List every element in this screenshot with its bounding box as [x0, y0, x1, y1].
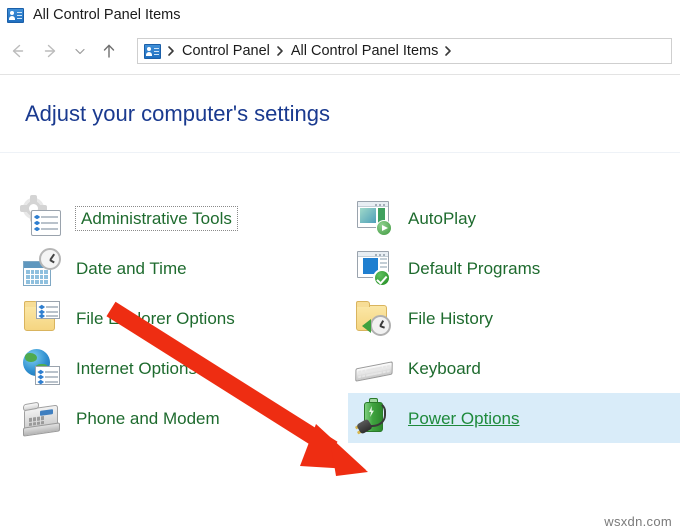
breadcrumb-separator — [165, 45, 178, 57]
power-options-icon — [354, 397, 396, 439]
keyboard-icon — [354, 347, 396, 389]
items-column-left: Administrative Tools Date and Time File … — [16, 193, 348, 443]
item-label: Administrative Tools — [75, 205, 238, 231]
title-bar: All Control Panel Items — [0, 0, 680, 30]
breadcrumb-separator-trailing[interactable] — [442, 45, 455, 57]
control-panel-window: All Control Panel Items Control Panel Al… — [0, 0, 680, 531]
control-panel-item-autoplay[interactable]: AutoPlay — [348, 193, 680, 243]
content-area: Adjust your computer's settings Administ… — [0, 75, 680, 531]
item-label: Date and Time — [76, 258, 187, 278]
item-label: AutoPlay — [408, 208, 477, 228]
up-button[interactable] — [92, 34, 126, 68]
internet-options-icon — [22, 347, 64, 389]
autoplay-icon — [354, 197, 396, 239]
chevron-down-icon[interactable] — [68, 34, 92, 68]
item-label: File History — [408, 308, 494, 328]
breadcrumb-control-panel-icon — [144, 43, 161, 59]
item-label: Keyboard — [408, 358, 481, 378]
items-column-right: AutoPlay Default Programs File History K… — [348, 193, 680, 443]
back-button[interactable] — [0, 34, 34, 68]
control-panel-item-file-explorer-options[interactable]: File Explorer Options — [16, 293, 348, 343]
control-panel-item-administrative-tools[interactable]: Administrative Tools — [16, 193, 348, 243]
phone-and-modem-icon — [22, 397, 64, 439]
address-bar[interactable]: Control Panel All Control Panel Items — [137, 38, 672, 64]
default-programs-icon — [354, 247, 396, 289]
date-and-time-icon — [22, 247, 64, 289]
breadcrumb-separator — [274, 45, 287, 57]
file-explorer-options-icon — [22, 297, 64, 339]
page-title: Adjust your computer's settings — [25, 101, 331, 126]
control-panel-item-date-and-time[interactable]: Date and Time — [16, 243, 348, 293]
item-label: Phone and Modem — [76, 408, 220, 428]
item-label: File Explorer Options — [76, 308, 235, 328]
control-panel-item-file-history[interactable]: File History — [348, 293, 680, 343]
item-label: Power Options — [408, 408, 520, 428]
breadcrumb-item-control-panel[interactable]: Control Panel — [178, 44, 274, 59]
watermark: wsxdn.com — [604, 514, 672, 529]
control-panel-item-phone-and-modem[interactable]: Phone and Modem — [16, 393, 348, 443]
forward-button[interactable] — [34, 34, 68, 68]
window-title: All Control Panel Items — [33, 6, 181, 23]
item-label: Default Programs — [408, 258, 541, 278]
heading-divider — [0, 152, 680, 153]
control-panel-item-power-options[interactable]: Power Options — [348, 393, 680, 443]
administrative-tools-icon — [20, 195, 64, 239]
item-label: Internet Options — [76, 358, 197, 378]
file-history-icon — [354, 297, 396, 339]
control-panel-item-keyboard[interactable]: Keyboard — [348, 343, 680, 393]
control-panel-item-default-programs[interactable]: Default Programs — [348, 243, 680, 293]
control-panel-icon — [7, 7, 24, 23]
breadcrumb-item-all-control-panel-items[interactable]: All Control Panel Items — [287, 44, 442, 59]
control-panel-item-internet-options[interactable]: Internet Options — [16, 343, 348, 393]
